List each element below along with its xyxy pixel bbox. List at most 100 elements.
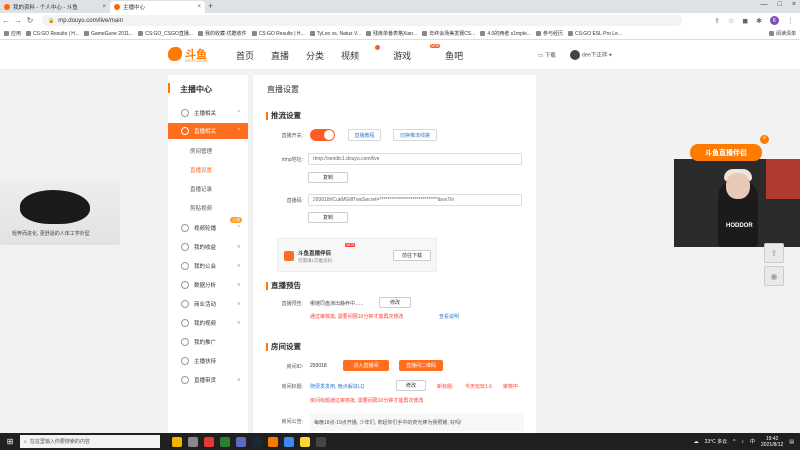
companion-banner[interactable]: 斗鱼直播伴侣 — [690, 144, 762, 161]
weather-text[interactable]: 23°C 多云 — [705, 438, 728, 445]
close-tab-icon[interactable]: × — [197, 4, 201, 10]
bookmark-item[interactable]: CS:GO Results | H... — [251, 31, 305, 37]
sidebar-sub-live-settings[interactable]: 直播设置 — [190, 166, 212, 174]
side-float-button[interactable]: ⇪ — [764, 243, 784, 263]
switch-route-button[interactable]: 切换推流线路 — [393, 129, 437, 141]
view-instructions-link[interactable]: 查看说明 — [439, 313, 459, 320]
bookmark-item[interactable]: TyLoo vs. Natus V... — [309, 31, 361, 37]
room-notice-box[interactable]: 每晚18点-19点开播, 少年们, 拿起你们手中的荧光棒为我照耀, 好吗! — [310, 413, 524, 431]
sidebar-item-support[interactable]: 主播扶持 — [168, 353, 248, 369]
menu-icon[interactable]: ⋮ — [787, 17, 794, 25]
close-icon[interactable]: × — [760, 135, 769, 144]
sidebar-item-anchor[interactable]: 主播相关 ^ — [168, 105, 248, 121]
sidebar-item-earnings[interactable]: 我的收益 v — [168, 239, 248, 255]
sidebar-sub-clip-video[interactable]: 剪贴视频 — [190, 204, 212, 212]
live-toggle[interactable] — [310, 129, 335, 141]
browser-tab-profile[interactable]: 我的资料 - 个人中心 - 斗鱼 × — [0, 1, 110, 13]
share-icon[interactable]: ⇪ — [714, 17, 720, 25]
bookmark-item[interactable]: 残疾单番表格Xian... — [366, 30, 417, 37]
forward-icon[interactable]: → — [12, 16, 24, 25]
copy-rtmp-button[interactable]: 复制 — [308, 172, 348, 183]
chevron-up-icon[interactable]: ^ — [733, 439, 735, 445]
reading-list[interactable]: 阅读清单 — [768, 30, 796, 37]
title-accent — [168, 83, 170, 93]
nav-live[interactable]: 直播 — [271, 49, 289, 62]
file-explorer-icon[interactable] — [172, 436, 182, 447]
url-input[interactable]: 🔒 mp.douyu.com/live/main — [42, 15, 682, 26]
enter-room-button[interactable]: 进入直播间 — [343, 360, 389, 371]
webcam-view[interactable]: HODDOR — [674, 159, 800, 247]
sidebar-sub-live-records[interactable]: 直播记录 — [190, 185, 212, 193]
notification-icon[interactable]: ▤ — [789, 439, 794, 445]
volume-icon[interactable]: ♪ — [742, 439, 745, 445]
windows-start-icon[interactable]: ⊞ — [0, 437, 20, 446]
bookmark-item[interactable]: CS:GO ESL Pro Le... — [567, 31, 622, 37]
profile-avatar[interactable]: K — [770, 16, 779, 25]
sidebar-item-analytics[interactable]: 数据分析 v — [168, 277, 248, 293]
camera-icon[interactable]: ◉ — [764, 266, 784, 286]
nav-game[interactable]: 游戏 NEW — [393, 44, 441, 62]
nav-home[interactable]: 首页 — [236, 49, 254, 62]
reload-icon[interactable]: ↻ — [24, 16, 36, 25]
app-icon[interactable] — [268, 436, 278, 447]
bookmark-item[interactable]: CS:GO_CSGO直播... — [138, 30, 193, 37]
app-icon[interactable] — [204, 436, 214, 447]
room-qr-button[interactable]: 直播间二维码 — [399, 360, 443, 371]
sidebar-item-promotion[interactable]: 我的推广 — [168, 334, 248, 350]
bookmark-item[interactable]: 年终会场美发赛CS... — [422, 30, 475, 37]
app-icon[interactable] — [236, 436, 246, 447]
close-tab-icon[interactable]: × — [102, 4, 106, 10]
bookmark-item[interactable]: 参与经历 — [535, 30, 563, 37]
close-window-icon[interactable]: × — [792, 1, 796, 8]
back-icon[interactable]: ← — [0, 16, 12, 25]
bookmark-item[interactable]: 4.0的两者 s1mple... — [480, 30, 531, 37]
user-menu[interactable]: dee下正拌 ▾ — [569, 50, 612, 60]
clock[interactable]: 19:42 2021/8/12 — [761, 436, 783, 448]
extension-icon[interactable]: ◼ — [742, 17, 748, 25]
bookmark-item[interactable]: GameGune 2011... — [84, 31, 133, 37]
browser-tab-anchor-center[interactable]: 主播中心 × — [110, 1, 205, 13]
new-title-value: 今天玩玩1.6 — [465, 384, 492, 390]
bookmark-item[interactable]: CS:GO Results | H... — [26, 31, 79, 37]
sidebar-item-video-carousel[interactable]: 视频轮播 上线 ^ — [168, 217, 248, 236]
steam-icon[interactable] — [252, 436, 262, 447]
bookmark-item[interactable]: 我的收藏-优酷收件 — [198, 30, 247, 37]
download-companion-button[interactable]: 前往下载 — [393, 250, 431, 261]
app-icon[interactable] — [300, 436, 310, 447]
minimize-icon[interactable]: — — [761, 1, 768, 8]
maximize-icon[interactable]: □ — [778, 1, 782, 8]
modify-title-button[interactable]: 修改 — [396, 380, 426, 391]
gaming-mouse-image — [20, 190, 90, 224]
nav-fishbar[interactable]: 鱼吧 — [445, 49, 463, 62]
puzzle-icon[interactable]: ✱ — [756, 17, 762, 25]
nav-category[interactable]: 分类 — [306, 49, 324, 62]
copy-code-button[interactable]: 复制 — [308, 212, 348, 223]
sidebar-item-guild[interactable]: 我的公会 v — [168, 258, 248, 274]
star-icon[interactable]: ☆ — [728, 17, 734, 25]
mouse-ad[interactable]: 轻奔而进化, 更舒适的人体工学外型 — [0, 180, 120, 245]
douyu-logo[interactable]: 斗鱼 DOUYU.COM — [168, 46, 207, 63]
sidebar-sub-room-manage[interactable]: 房间管理 — [190, 147, 212, 155]
rtmp-input[interactable]: rtmp://sendtc1.douyu.com/live — [308, 153, 522, 165]
bookmark-icon — [480, 31, 486, 36]
stream-code-input[interactable]: 293018rlCukMGtlfTwsSecret=**************… — [308, 194, 522, 206]
wechat-icon[interactable] — [220, 436, 230, 447]
bookmark-item[interactable]: 应用 — [4, 30, 21, 37]
chrome-icon[interactable] — [284, 436, 294, 447]
input-language[interactable]: 中 — [750, 438, 755, 445]
download-link[interactable]: ▭ 下载 — [538, 51, 556, 59]
sidebar-item-business[interactable]: 商业活动 v — [168, 296, 248, 312]
sidebar-item-label: 我的推广 — [194, 340, 217, 346]
sidebar-item-live[interactable]: 直播相关 ^ — [168, 123, 248, 139]
nav-video[interactable]: 视频 — [341, 45, 381, 62]
sidebar-item-live-commerce[interactable]: 直播带货 v — [168, 372, 248, 388]
weather-icon[interactable]: ☁ — [694, 439, 699, 445]
new-tab-icon[interactable]: + — [208, 1, 213, 11]
sidebar-item-label: 直播带货 — [194, 378, 217, 384]
sidebar-item-my-videos[interactable]: 我的视频 v — [168, 315, 248, 331]
modify-preview-button[interactable]: 修改 — [379, 297, 411, 308]
tutorial-button[interactable]: 直播教程 — [348, 129, 381, 141]
taskbar-search[interactable]: ⌕ 在这里输入你要搜索的内容 — [20, 435, 160, 448]
obs-icon[interactable] — [316, 436, 326, 447]
task-view-icon[interactable] — [188, 436, 198, 447]
